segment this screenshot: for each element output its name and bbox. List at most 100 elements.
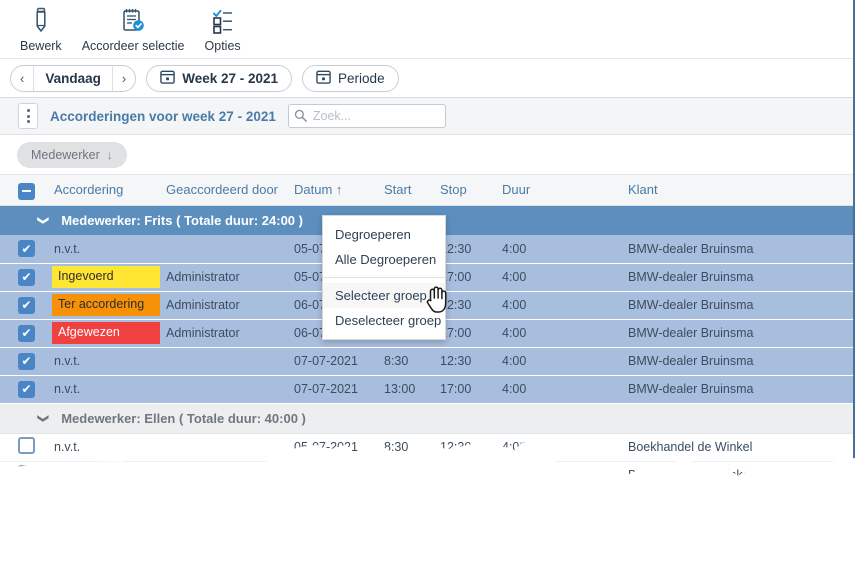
group-by-chip-medewerker[interactable]: Medewerker ↓ [17,142,127,168]
row-checkbox-cell[interactable]: ✔ [0,291,52,319]
cell-start: 8:30 [382,489,438,517]
context-menu-item[interactable]: Selecteer groep [323,283,445,308]
prev-period-button[interactable]: ‹ [11,66,34,91]
cell-klant: Boekhandel de Winkel [626,433,853,461]
calendar-icon [160,69,175,87]
cell-accordering: n.v.t. [52,433,164,461]
status-text: n.v.t. [52,468,80,482]
search-input[interactable] [311,108,445,124]
column-header-stop[interactable]: Stop [438,175,500,205]
cell-stop: 17:00 [438,461,500,489]
row-checkbox-cell[interactable]: ✔ [0,263,52,291]
column-header-klant[interactable]: Klant [626,175,853,205]
sort-descending-icon: ↓ [107,148,113,162]
row-checkbox-checked[interactable]: ✔ [18,297,35,314]
context-menu-item[interactable]: Alle Degroeperen [323,247,445,272]
date-navigation-bar: ‹ Vandaag › Week 27 - 2021 [0,59,853,98]
pencil-icon [32,6,50,36]
row-checkbox-checked[interactable]: ✔ [18,325,35,342]
search-box[interactable] [288,104,446,128]
overflow-menu-icon[interactable] [18,103,38,129]
cell-datum: 06-07-2021 [292,489,382,517]
cell-start: 8:30 [382,433,438,461]
chevron-down-icon[interactable]: ❯ [37,216,48,225]
cell-klant: BMW-dealer Bruinsma [626,291,853,319]
table-row[interactable]: n.v.t.05-07-202113:0017:004:00Boekhandel… [0,461,853,489]
toolbar-button-bewerk[interactable]: Bewerk [10,4,72,53]
row-checkbox-cell[interactable]: ✔ [0,375,52,403]
group-context-menu[interactable]: DegroeperenAlle Degroeperen Selecteer gro… [322,215,446,340]
cell-geaccordeerd-door: Administrator [164,319,292,347]
cell-stop: 12:30 [438,489,500,517]
status-text: n.v.t. [52,382,80,396]
cell-duur: 4:00 [500,235,626,263]
cell-geaccordeerd-door [164,433,292,461]
list-header-bar: Accorderingen voor week 27 - 2021 [0,98,853,135]
context-menu-item[interactable]: Degroeperen [323,222,445,247]
row-checkbox-cell[interactable] [0,489,52,517]
period-selector-label: Periode [338,71,385,86]
table-header: Accordering Geaccordeerd door Datum ↑ St… [0,175,853,205]
cell-accordering: Ter accordering [52,291,164,319]
status-text: n.v.t. [52,440,80,454]
cell-klant: BMW-dealer Bruinsma [626,235,853,263]
table-row[interactable]: n.v.t.05-07-20218:3012:304:00Boekhandel … [0,433,853,461]
column-header-geaccordeerd-door[interactable]: Geaccordeerd door [164,175,292,205]
row-checkbox-checked[interactable]: ✔ [18,353,35,370]
chevron-down-icon[interactable]: ❯ [37,413,48,422]
approve-clipboard-icon [120,6,146,36]
cell-datum: 07-07-2021 [292,375,382,403]
cell-duur: 4:00 [500,319,626,347]
column-header-datum[interactable]: Datum ↑ [292,175,382,205]
today-button[interactable]: Vandaag [34,66,113,91]
cell-accordering: n.v.t. [52,489,164,517]
cell-geaccordeerd-door [164,375,292,403]
table-row[interactable]: ✔n.v.t.07-07-202113:0017:004:00BMW-deale… [0,375,853,403]
row-checkbox-unchecked[interactable] [18,493,35,510]
next-period-button[interactable]: › [113,66,135,91]
row-checkbox-checked[interactable]: ✔ [18,269,35,286]
cell-start: 13:00 [382,461,438,489]
table-row[interactable]: ✔n.v.t.07-07-20218:3012:304:00BMW-dealer… [0,347,853,375]
row-checkbox-cell[interactable] [0,461,52,489]
cell-duur: 4:00 [500,291,626,319]
cell-klant: BMW-dealer Bruinsma [626,375,853,403]
period-selector-button[interactable]: Periode [302,65,399,92]
select-all-checkbox[interactable] [18,183,35,200]
row-checkbox-unchecked[interactable] [18,465,35,482]
cell-duur: 4:00 [500,263,626,291]
row-checkbox-checked[interactable]: ✔ [18,381,35,398]
row-checkbox-cell[interactable]: ✔ [0,319,52,347]
cell-klant: BMW-dealer Bruinsma [626,319,853,347]
cell-start: 8:30 [382,347,438,375]
cell-stop: 12:30 [438,291,500,319]
status-badge: Ter accordering [52,294,160,316]
row-checkbox-cell[interactable]: ✔ [0,347,52,375]
row-checkbox-cell[interactable] [0,433,52,461]
cell-accordering: n.v.t. [52,375,164,403]
calendar-icon [316,69,331,87]
cell-accordering: n.v.t. [52,461,164,489]
table-row[interactable]: n.v.t.06-07-20218:3012:304:00Boekhandel … [0,489,853,517]
week-selector-button[interactable]: Week 27 - 2021 [146,65,292,92]
group-header-label: Medewerker: Frits ( Totale duur: 24:00 ) [61,213,303,228]
cell-geaccordeerd-door [164,347,292,375]
toolbar-button-opties[interactable]: Opties [195,4,251,53]
row-checkbox-unchecked[interactable] [18,437,35,454]
cell-datum: 07-07-2021 [292,347,382,375]
cell-duur: 4:00 [500,489,626,517]
column-header-duur[interactable]: Duur [500,175,626,205]
toolbar-button-accordeer-selectie[interactable]: Accordeer selectie [72,4,195,53]
toolbar-label-bewerk: Bewerk [20,39,62,53]
select-all-header [0,175,52,205]
status-text: n.v.t. [52,242,80,256]
row-checkbox-checked[interactable]: ✔ [18,240,35,257]
cell-stop: 12:30 [438,347,500,375]
column-header-accordering[interactable]: Accordering [52,175,164,205]
context-menu-item[interactable]: Deselecteer groep [323,308,445,333]
status-text: n.v.t. [52,496,80,510]
group-header-row[interactable]: ❯Medewerker: Ellen ( Totale duur: 40:00 … [0,403,853,433]
row-checkbox-cell[interactable]: ✔ [0,235,52,263]
column-header-start[interactable]: Start [382,175,438,205]
cell-klant: BMW-dealer Bruinsma [626,263,853,291]
